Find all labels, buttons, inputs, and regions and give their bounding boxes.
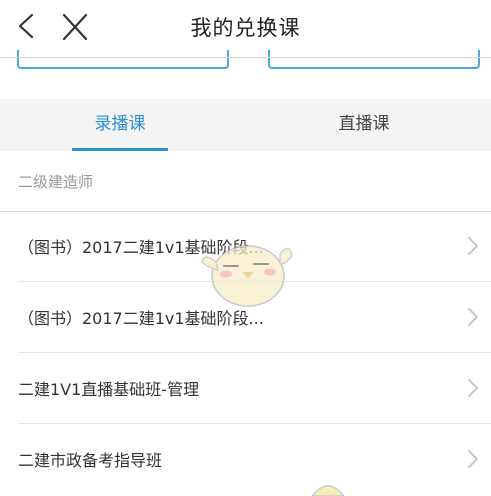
- course-title: （图书）2017二建1v1基础阶段...: [18, 309, 264, 328]
- chevron-right-icon: [468, 450, 478, 468]
- chevron-right-icon: [468, 308, 478, 326]
- chevron-right-icon: [468, 379, 478, 397]
- divider: [18, 281, 491, 282]
- divider: [0, 57, 491, 58]
- header-bar: 我的兑换课: [0, 0, 491, 56]
- divider: [18, 423, 491, 424]
- chevron-right-icon: [468, 237, 478, 255]
- list-item[interactable]: 二建市政备考指导班: [0, 425, 491, 495]
- tab-bar: 录播课 直播课: [0, 99, 491, 151]
- course-title: 二建1V1直播基础班-管理: [18, 380, 200, 399]
- list-item[interactable]: （图书）2017二建1v1基础阶段...: [0, 212, 491, 282]
- course-title: （图书）2017二建1v1基础阶段...: [18, 238, 264, 257]
- card-partial-left[interactable]: [17, 50, 229, 69]
- course-title: 二建市政备考指导班: [18, 451, 163, 470]
- list-item[interactable]: 二建1V1直播基础班-管理: [0, 354, 491, 424]
- divider: [18, 352, 491, 353]
- active-tab-indicator: [72, 148, 168, 151]
- tab-recorded[interactable]: 录播课: [72, 99, 168, 151]
- list-item[interactable]: （图书）2017二建1v1基础阶段...: [0, 283, 491, 353]
- card-partial-right[interactable]: [268, 50, 480, 69]
- page-title: 我的兑换课: [190, 16, 301, 40]
- tab-live[interactable]: 直播课: [316, 99, 412, 151]
- section-label: 二级建造师: [18, 173, 94, 191]
